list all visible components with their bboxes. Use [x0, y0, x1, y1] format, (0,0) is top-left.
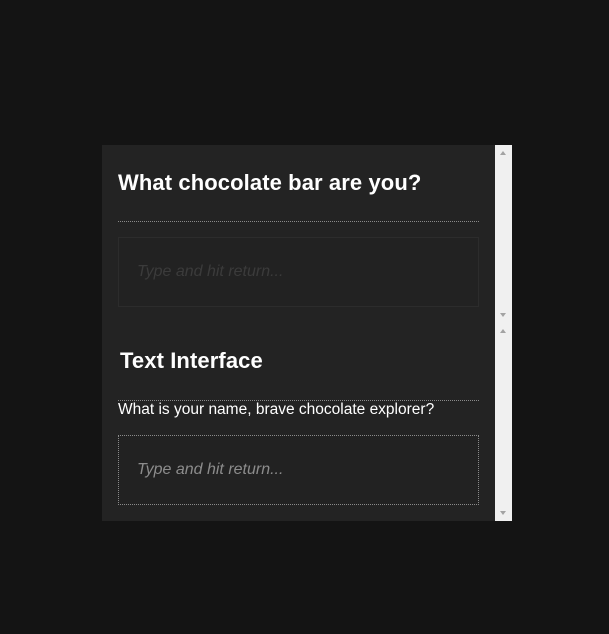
text-interface-frame: Text Interface What is your name, brave …	[102, 323, 495, 521]
top-frame-scrollbar[interactable]	[495, 145, 512, 323]
name-prompt: What is your name, brave chocolate explo…	[118, 401, 435, 418]
name-input[interactable]	[118, 435, 479, 505]
scroll-up-arrow-icon[interactable]	[500, 329, 506, 333]
text-interface-title: Text Interface	[120, 348, 263, 373]
chocolate-quiz-frame: What chocolate bar are you?	[102, 145, 495, 323]
scroll-down-arrow-icon[interactable]	[500, 313, 506, 317]
title-divider	[118, 221, 479, 222]
scroll-up-arrow-icon[interactable]	[500, 151, 506, 155]
quiz-title: What chocolate bar are you?	[118, 170, 422, 195]
quiz-answer-input[interactable]	[118, 237, 479, 307]
scroll-down-arrow-icon[interactable]	[500, 511, 506, 515]
bottom-frame-scrollbar[interactable]	[495, 323, 512, 521]
